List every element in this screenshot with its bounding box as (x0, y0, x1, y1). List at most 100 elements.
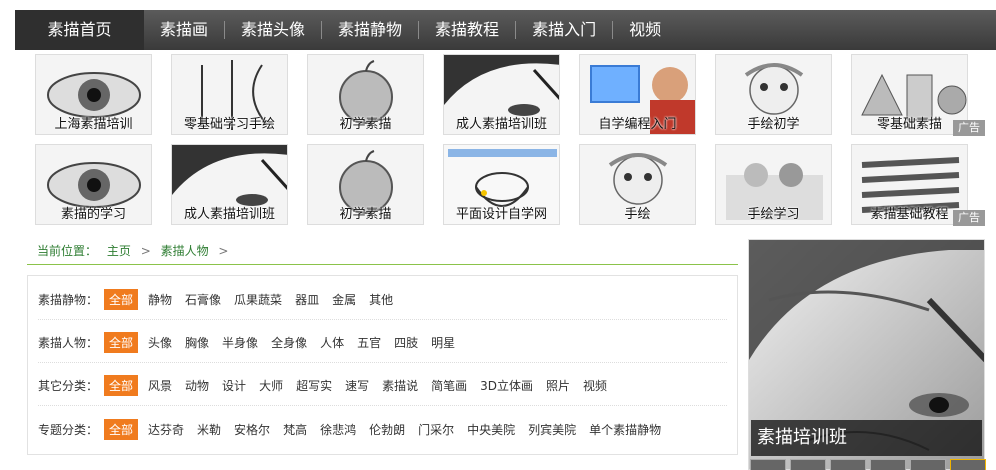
filter-label: 其它分类： (38, 379, 99, 393)
filter-option-link[interactable]: 速写 (345, 377, 369, 394)
filter-all-button[interactable]: 全部 (104, 375, 139, 396)
filter-option-link[interactable]: 中央美院 (467, 421, 515, 438)
filter-option-link[interactable]: 超写实 (296, 377, 332, 394)
filter-option-link[interactable]: 米勒 (197, 421, 221, 438)
filter-option-link[interactable]: 其他 (369, 291, 393, 308)
nav-item-video[interactable]: 视频 (613, 10, 677, 50)
promo-thumb[interactable] (790, 459, 826, 470)
ad-tile[interactable]: 素描的学习 (35, 144, 152, 225)
filter-option-link[interactable]: 动物 (185, 377, 209, 394)
promo-banner[interactable]: 素描培训班 (748, 239, 985, 470)
promo-thumbnails (750, 459, 986, 470)
breadcrumb-prefix: 当前位置： (37, 244, 98, 258)
filter-option-link[interactable]: 五官 (357, 334, 381, 351)
filter-option-link[interactable]: 达芬奇 (148, 421, 184, 438)
filter-option-link[interactable]: 石膏像 (185, 291, 221, 308)
filter-option-link[interactable]: 人体 (320, 334, 344, 351)
filter-option-link[interactable]: 头像 (148, 334, 172, 351)
ad-tile[interactable]: 手绘学习 (715, 144, 832, 225)
filter-row: 素描人物： 全部 头像 胸像 半身像 全身像 人体 五官 四肢 明星 (38, 323, 727, 363)
ad-tile[interactable]: 手绘 (579, 144, 696, 225)
filter-option-link[interactable]: 素描说 (382, 377, 418, 394)
ad-caption: 平面设计自学网 (455, 207, 547, 222)
filter-option-link[interactable]: 徐悲鸿 (320, 421, 356, 438)
promo-thumb[interactable] (870, 459, 906, 470)
filter-label: 素描静物： (38, 293, 99, 307)
filter-option-link[interactable]: 器皿 (295, 291, 319, 308)
ad-tile[interactable]: 零基础素描 (851, 54, 968, 135)
filter-option-link[interactable]: 设计 (222, 377, 246, 394)
ad-badge: 广告 (953, 120, 985, 136)
filter-row: 素描静物： 全部 静物 石膏像 瓜果蔬菜 器皿 金属 其他 (38, 280, 727, 320)
filter-option-link[interactable]: 梵高 (283, 421, 307, 438)
promo-thumb-selected[interactable] (950, 459, 986, 470)
filter-option-link[interactable]: 明星 (431, 334, 455, 351)
filter-option-link[interactable]: 单个素描静物 (589, 421, 661, 438)
ad-tile[interactable]: 成人素描培训班 (171, 144, 288, 225)
ad-caption: 手绘学习 (747, 207, 800, 222)
filter-option-link[interactable]: 静物 (148, 291, 172, 308)
ad-caption: 手绘初学 (747, 117, 800, 132)
promo-title: 素描培训班 (751, 420, 982, 456)
filter-label: 专题分类： (38, 422, 99, 437)
filter-row: 专题分类： 全部 达芬奇 米勒 安格尔 梵高 徐悲鸿 伦勃朗 门采尔 中央美院 列宾美院 单个素描静物 (38, 409, 727, 449)
chevron-right-icon: > (140, 244, 151, 258)
filter-all-button[interactable]: 全部 (104, 289, 139, 310)
ad-tile[interactable]: 上海素描培训 (35, 54, 152, 135)
filter-all-button[interactable]: 全部 (104, 332, 139, 353)
breadcrumb: 当前位置： 主页 > 素描人物 > (27, 239, 738, 265)
filter-option-link[interactable]: 伦勃朗 (369, 421, 405, 438)
ad-badge: 广告 (953, 210, 985, 226)
ad-row: 素描的学习 成人素描培训班 初学素描 平面设计自学网 手绘 手绘学习 素描基础教程 广告 (35, 144, 985, 226)
filter-option-link[interactable]: 门采尔 (418, 421, 454, 438)
ad-caption: 手绘 (624, 207, 651, 222)
ad-caption: 成人素描培训班 (455, 117, 547, 132)
filter-option-link[interactable]: 简笔画 (431, 377, 467, 394)
filter-option-link[interactable]: 四肢 (394, 334, 418, 351)
ad-tile[interactable]: 自学编程入门 (579, 54, 696, 135)
filter-option-link[interactable]: 全身像 (271, 334, 307, 351)
ad-caption: 自学编程入门 (598, 117, 677, 132)
filter-option-link[interactable]: 列宾美院 (528, 421, 576, 438)
filter-option-link[interactable]: 视频 (583, 377, 607, 394)
ad-caption: 素描的学习 (60, 207, 126, 222)
filter-label: 素描人物： (38, 336, 99, 350)
ad-tile[interactable]: 初学素描 (307, 54, 424, 135)
nav-item-home[interactable]: 素描首页 (15, 10, 144, 50)
filter-panel: 素描静物： 全部 静物 石膏像 瓜果蔬菜 器皿 金属 其他 素描人物： 全部 头像 胸像 半身像 全身像人… (27, 275, 738, 455)
filter-option-link[interactable]: 照片 (546, 377, 570, 394)
top-nav: 素描首页 素描画 素描头像 素描静物 素描教程 素描入门 视频 (15, 10, 996, 50)
nav-item-tutorial[interactable]: 素描教程 (419, 10, 515, 50)
ad-caption: 零基础素描 (876, 117, 942, 132)
ad-grid: 上海素描培训 零基础学习手绘 初学素描 成人素描培训班 自学编程入门 手绘初学 零基础素描广… (35, 54, 985, 234)
filter-option-link[interactable]: 安格尔 (234, 421, 270, 438)
ad-tile[interactable]: 成人素描培训班 (443, 54, 560, 135)
breadcrumb-home-link[interactable]: 主页 (107, 244, 131, 258)
ad-caption: 初学素描 (339, 117, 392, 132)
nav-item-still-life[interactable]: 素描静物 (322, 10, 418, 50)
ad-caption: 零基础学习手绘 (183, 117, 275, 132)
ad-tile[interactable]: 零基础学习手绘 (171, 54, 288, 135)
ad-tile[interactable]: 素描基础教程 (851, 144, 968, 225)
ad-caption: 上海素描培训 (54, 117, 133, 132)
ad-tile[interactable]: 平面设计自学网 (443, 144, 560, 225)
nav-item-portrait[interactable]: 素描头像 (225, 10, 321, 50)
nav-item-drawing[interactable]: 素描画 (144, 10, 224, 50)
filter-option-link[interactable]: 大师 (259, 377, 283, 394)
filter-option-link[interactable]: 金属 (332, 291, 356, 308)
filter-option-link[interactable]: 3D立体画 (480, 377, 533, 394)
promo-thumb[interactable] (750, 459, 786, 470)
ad-tile[interactable]: 初学素描 (307, 144, 424, 225)
ad-caption: 素描基础教程 (870, 207, 949, 222)
filter-option-link[interactable]: 胸像 (185, 334, 209, 351)
filter-all-button[interactable]: 全部 (104, 418, 139, 440)
breadcrumb-current-link[interactable]: 素描人物 (161, 244, 209, 258)
filter-row: 其它分类： 全部 风景 动物 设计 大师 超写实 速写 素描说 简笔画 3D立体画 照片 视频 (38, 366, 727, 406)
filter-option-link[interactable]: 半身像 (222, 334, 258, 351)
nav-item-beginner[interactable]: 素描入门 (516, 10, 612, 50)
promo-thumb[interactable] (910, 459, 946, 470)
filter-option-link[interactable]: 风景 (148, 377, 172, 394)
ad-tile[interactable]: 手绘初学 (715, 54, 832, 135)
filter-option-link[interactable]: 瓜果蔬菜 (234, 291, 282, 308)
promo-thumb[interactable] (830, 459, 866, 470)
